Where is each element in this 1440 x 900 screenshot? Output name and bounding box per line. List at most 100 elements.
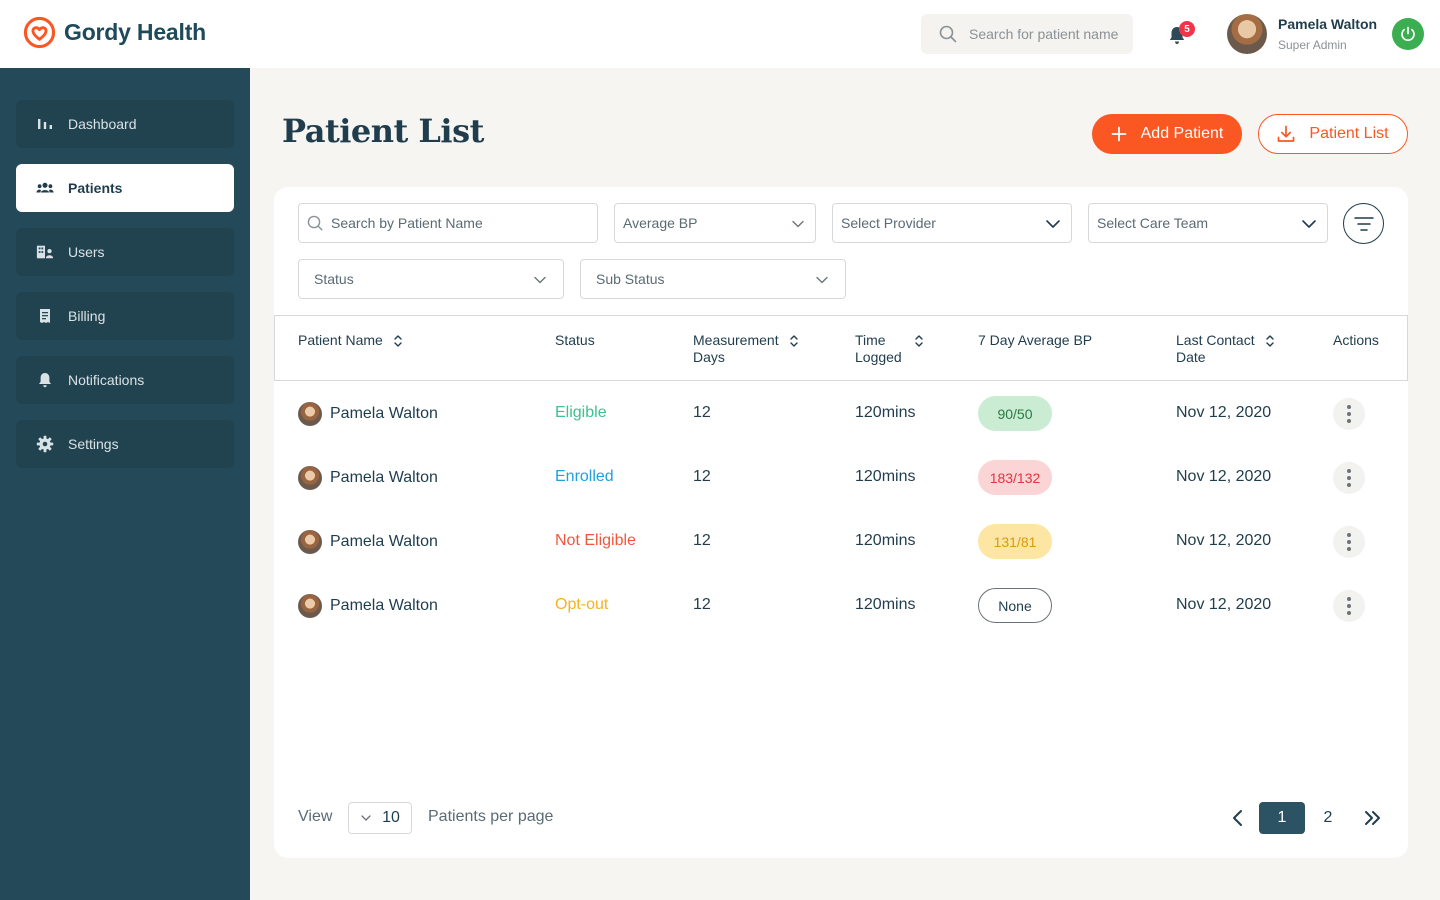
patient-name-cell[interactable]: Pamela Walton [298, 402, 438, 426]
avg-bp-badge: None [978, 588, 1052, 623]
column-label: Time Logged [855, 332, 902, 366]
more-dot-icon [1347, 476, 1351, 480]
sort-icon [789, 335, 798, 347]
sidebar-item-notifications[interactable]: Notifications [16, 356, 234, 404]
sidebar-item-users[interactable]: Users [16, 228, 234, 276]
column-last-contact[interactable]: Last Contact Date [1176, 332, 1275, 366]
search-icon [307, 215, 323, 231]
top-search-input[interactable]: Search for patient name [921, 14, 1133, 54]
add-patient-button[interactable]: Add Patient [1092, 114, 1242, 154]
patient-search-input[interactable]: Search by Patient Name [298, 203, 598, 243]
column-avg-bp: 7 Day Average BP [978, 332, 1092, 349]
sidebar-item-label: Billing [68, 308, 106, 324]
sort-icon [394, 335, 402, 347]
sidebar-item-label: Users [68, 244, 105, 260]
last-page-icon[interactable] [1362, 808, 1382, 828]
search-icon [939, 25, 957, 43]
status-cell: Not Eligible [555, 532, 636, 549]
gear-icon [36, 435, 54, 453]
patient-search-placeholder: Search by Patient Name [331, 215, 483, 231]
average-bp-select[interactable]: Average BP [614, 203, 816, 243]
column-time-logged[interactable]: Time Logged [855, 332, 924, 366]
care-team-label: Select Care Team [1097, 215, 1209, 231]
heart-logo-icon [23, 16, 56, 49]
sidebar-item-dashboard[interactable]: Dashboard [16, 100, 234, 148]
column-label-line: Logged [855, 349, 902, 365]
column-measurement-days[interactable]: Measurement Days [693, 332, 799, 366]
per-page-select[interactable]: 10 [348, 802, 412, 834]
column-label: Status [555, 332, 595, 348]
top-bar: Gordy Health Search for patient name 5 P… [0, 0, 1440, 68]
more-dot-icon [1347, 412, 1351, 416]
column-label: Actions [1333, 332, 1379, 348]
column-label: Patient Name [298, 332, 383, 348]
row-actions-button[interactable] [1333, 590, 1365, 622]
column-label-line: Last Contact [1176, 332, 1255, 348]
brand-name: Gordy Health [64, 19, 207, 45]
column-label-line: Measurement [693, 332, 779, 348]
column-patient-name[interactable]: Patient Name [298, 332, 403, 349]
chevron-down-icon [361, 815, 371, 821]
patient-table-card: Search by Patient Name Average BP Select… [274, 187, 1408, 858]
people-icon [36, 182, 54, 193]
sidebar-item-settings[interactable]: Settings [16, 420, 234, 468]
row-actions-button[interactable] [1333, 462, 1365, 494]
bar-chart-icon [38, 119, 52, 129]
table-row[interactable]: Pamela Walton Not Eligible 12 120mins 13… [274, 510, 1408, 574]
patient-name: Pamela Walton [330, 469, 438, 486]
chevron-down-icon [816, 276, 828, 284]
user-avatar[interactable] [1227, 14, 1267, 54]
column-status: Status [555, 332, 595, 349]
previous-page-icon[interactable] [1230, 806, 1246, 830]
more-dot-icon [1347, 533, 1351, 537]
patient-name: Pamela Walton [330, 597, 438, 614]
care-team-select[interactable]: Select Care Team [1088, 203, 1328, 243]
time-logged-cell: 120mins [855, 596, 916, 613]
more-dot-icon [1347, 469, 1351, 473]
export-patient-list-button[interactable]: Patient List [1258, 114, 1408, 154]
page-button-current[interactable]: 1 [1259, 802, 1305, 834]
patient-avatar [298, 402, 322, 426]
patient-name-cell[interactable]: Pamela Walton [298, 530, 438, 554]
measurement-days-cell: 12 [693, 404, 711, 421]
table-row[interactable]: Pamela Walton Enrolled 12 120mins 183/13… [274, 446, 1408, 510]
sidebar-item-billing[interactable]: Billing [16, 292, 234, 340]
average-bp-label: Average BP [623, 215, 698, 231]
bell-icon [39, 373, 51, 388]
logout-button[interactable] [1392, 18, 1424, 50]
more-dot-icon [1347, 405, 1351, 409]
provider-label: Select Provider [841, 215, 936, 231]
users-building-icon [36, 245, 54, 259]
avg-bp-badge: 131/81 [978, 524, 1052, 559]
more-dot-icon [1347, 611, 1351, 615]
sidebar-item-patients[interactable]: Patients [16, 164, 234, 212]
download-icon [1278, 125, 1295, 142]
sub-status-select[interactable]: Sub Status [580, 259, 846, 299]
last-contact-cell: Nov 12, 2020 [1176, 532, 1272, 549]
user-role: Super Admin [1278, 38, 1347, 52]
sidebar-item-label: Patients [68, 180, 123, 196]
measurement-days-cell: 12 [693, 468, 711, 485]
time-logged-cell: 120mins [855, 404, 916, 421]
status-select[interactable]: Status [298, 259, 564, 299]
patient-name: Pamela Walton [330, 533, 438, 550]
status-cell: Eligible [555, 404, 607, 421]
patient-name-cell[interactable]: Pamela Walton [298, 594, 438, 618]
filter-button[interactable] [1343, 203, 1384, 244]
patient-avatar [298, 466, 322, 490]
time-logged-cell: 120mins [855, 468, 916, 485]
logo[interactable]: Gordy Health [23, 16, 206, 49]
row-actions-button[interactable] [1333, 398, 1365, 430]
provider-select[interactable]: Select Provider [832, 203, 1072, 243]
measurement-days-cell: 12 [693, 596, 711, 613]
sort-icon [1265, 335, 1274, 347]
more-dot-icon [1347, 604, 1351, 608]
table-row[interactable]: Pamela Walton Opt-out 12 120mins None No… [274, 574, 1408, 638]
table-row[interactable]: Pamela Walton Eligible 12 120mins 90/50 … [274, 382, 1408, 446]
patient-avatar [298, 594, 322, 618]
row-actions-button[interactable] [1333, 526, 1365, 558]
page-button[interactable]: 2 [1318, 802, 1338, 834]
last-contact-cell: Nov 12, 2020 [1176, 468, 1272, 485]
add-patient-label: Add Patient [1140, 125, 1224, 142]
patient-name-cell[interactable]: Pamela Walton [298, 466, 438, 490]
